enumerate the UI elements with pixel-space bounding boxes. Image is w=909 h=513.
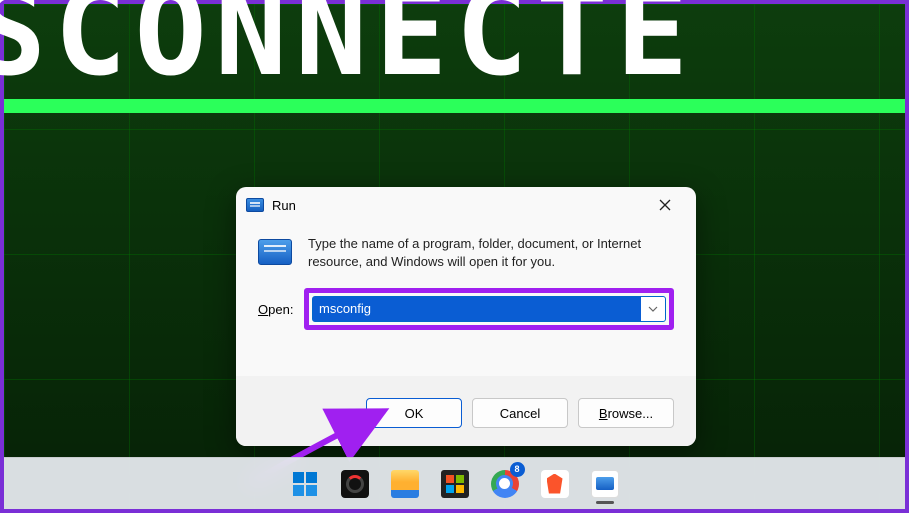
open-combobox[interactable]: msconfig <box>312 296 666 322</box>
browse-button[interactable]: Browse... <box>578 398 674 428</box>
taskbar-ms-store[interactable] <box>433 462 477 506</box>
dropdown-arrow-icon[interactable] <box>641 297 665 321</box>
cancel-button[interactable]: Cancel <box>472 398 568 428</box>
annotation-highlight: msconfig <box>304 288 674 330</box>
dialog-title: Run <box>272 198 644 213</box>
run-dialog: Run Type the name of a program, folder, … <box>236 187 696 446</box>
taskbar-file-explorer[interactable] <box>383 462 427 506</box>
wallpaper-accent-bar <box>4 99 905 113</box>
taskbar: 8 <box>4 457 905 509</box>
titlebar[interactable]: Run <box>236 187 696 223</box>
ok-button[interactable]: OK <box>366 398 462 428</box>
windows-logo-icon <box>293 472 317 496</box>
taskbar-app-1[interactable] <box>333 462 377 506</box>
app-icon <box>341 470 369 498</box>
open-label: Open: <box>258 302 296 317</box>
run-taskbar-icon <box>591 470 619 498</box>
open-input[interactable]: msconfig <box>313 297 641 321</box>
dialog-description: Type the name of a program, folder, docu… <box>308 235 674 270</box>
close-button[interactable] <box>644 190 686 220</box>
taskbar-brave[interactable] <box>533 462 577 506</box>
taskbar-chrome[interactable]: 8 <box>483 462 527 506</box>
run-icon <box>246 198 264 212</box>
file-explorer-icon <box>391 470 419 498</box>
notification-badge: 8 <box>510 462 525 477</box>
taskbar-run[interactable] <box>583 462 627 506</box>
ms-store-icon <box>441 470 469 498</box>
run-large-icon <box>258 239 292 265</box>
start-button[interactable] <box>283 462 327 506</box>
brave-icon <box>541 470 569 498</box>
